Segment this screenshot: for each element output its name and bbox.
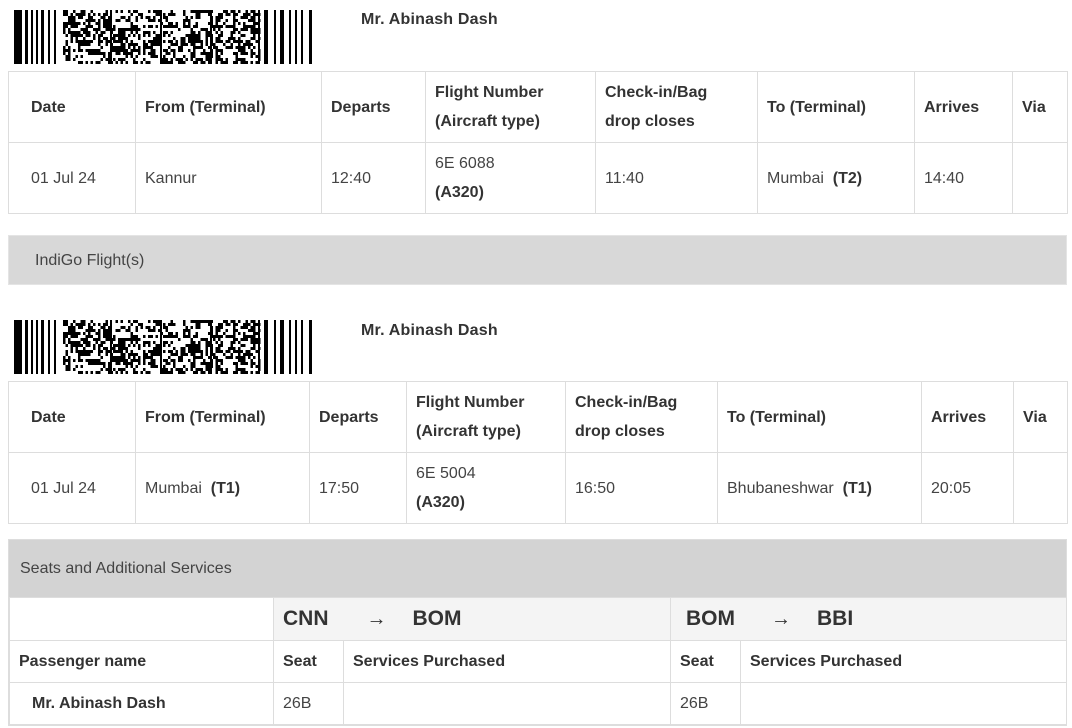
flight-number: 6E 5004 (A320) [406,452,566,524]
col-to: To (Terminal) [757,71,915,143]
passenger-name: Mr. Abinash Dash [361,322,498,339]
flight-header-row: Date From (Terminal) Departs Flight Numb… [8,71,1068,143]
to-terminal: (T2) [832,169,863,187]
seat-value: 26B [670,682,741,725]
from-terminal: (T1) [210,479,241,497]
passenger-name: Mr. Abinash Dash [9,682,274,725]
aircraft-type: (A320) [416,494,465,511]
flight-to: Bhubaneshwar (T1) [717,452,922,524]
col-from: From (Terminal) [135,71,322,143]
aircraft-type: (A320) [435,184,484,201]
flight-number: 6E 6088 (A320) [425,142,596,214]
flight-from: Mumbai (T1) [135,452,310,524]
col-departs: Departs [309,381,407,453]
to-terminal: (T1) [842,479,872,497]
services-data-row: Mr. Abinash Dash 26B 26B [9,682,1068,725]
section-indigo-flights: IndiGo Flight(s) [8,235,1067,285]
flight-data-row: 01 Jul 24 Mumbai (T1) 17:50 6E 5004 (A320… [8,452,1068,524]
col-services: Services Purchased [343,640,671,683]
flight-checkin: 11:40 [595,142,758,214]
col-to: To (Terminal) [717,381,922,453]
col-checkin: Check-in/Bag drop closes [565,381,718,453]
arrow-right-icon: → [366,607,387,630]
col-flight-number: Flight Number (Aircraft type) [406,381,566,453]
flight-date: 01 Jul 24 [8,142,136,214]
flight-to: Mumbai (T2) [757,142,915,214]
col-arrives: Arrives [921,381,1014,453]
col-from: From (Terminal) [135,381,310,453]
seat-value: 26B [273,682,344,725]
col-passenger-name: Passenger name [9,640,274,683]
flight-arrives: 14:40 [914,142,1013,214]
flight-data-row: 01 Jul 24 Kannur 12:40 6E 6088 (A320) 11:… [8,142,1068,214]
services-value [739,682,1068,725]
barcode-image [14,320,312,374]
col-services: Services Purchased [739,640,1068,683]
flight-header-row: Date From (Terminal) Departs Flight Numb… [8,381,1068,453]
services-table: CNN → BOM BOM → BBI Passenger name Seat Serv… [9,597,1068,725]
col-via: Via [1012,71,1068,143]
passenger-name: Mr. Abinash Dash [361,11,498,28]
flight-arrives: 20:05 [921,452,1014,524]
route-cnn-bom: CNN → BOM [273,597,671,641]
route-origin: CNN [283,607,329,630]
barcode-image [14,10,312,64]
col-checkin: Check-in/Bag drop closes [595,71,758,143]
route-bom-bbi: BOM → BBI [669,597,1068,641]
services-title: Seats and Additional Services [9,540,1066,597]
route-origin: BOM [686,607,735,630]
flight-departs: 17:50 [309,452,407,524]
flight-table: Date From (Terminal) Departs Flight Numb… [8,71,1068,214]
flight-via [1012,142,1068,214]
col-arrives: Arrives [914,71,1013,143]
flight-checkin: 16:50 [565,452,718,524]
flight-table: Date From (Terminal) Departs Flight Numb… [8,381,1068,524]
services-header-row: Passenger name Seat Services Purchased S… [9,640,1068,683]
route-destination: BBI [817,607,854,630]
flight-date: 01 Jul 24 [8,452,136,524]
seats-services-panel: Seats and Additional Services CNN → BOM BO… [8,539,1068,726]
flight-from: Kannur [135,142,322,214]
col-date: Date [8,381,136,453]
route-destination: BOM [412,607,462,630]
services-value [343,682,671,725]
flight-departs: 12:40 [321,142,426,214]
col-via: Via [1013,381,1068,453]
col-flight-number: Flight Number (Aircraft type) [425,71,596,143]
col-seat: Seat [273,640,344,683]
arrow-right-icon: → [771,607,791,630]
flight-via [1013,452,1068,524]
col-date: Date [8,71,136,143]
route-row: CNN → BOM BOM → BBI [9,597,1068,641]
col-seat: Seat [670,640,741,683]
col-departs: Departs [321,71,426,143]
